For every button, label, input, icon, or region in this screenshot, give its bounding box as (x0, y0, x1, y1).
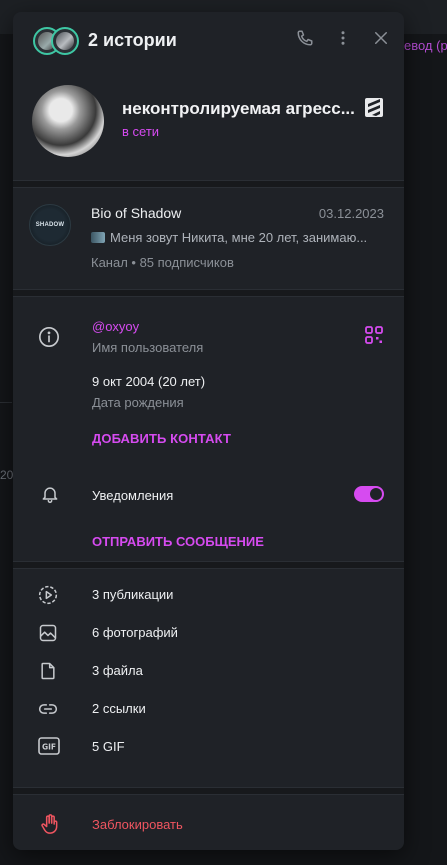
personal-channel[interactable]: SHADOW Bio of Shadow 03.12.2023 Меня зов… (13, 188, 404, 289)
stripe-logo-icon[interactable] (365, 98, 383, 117)
block-user-row[interactable]: Заблокировать (13, 795, 404, 850)
add-contact-button[interactable]: ДОБАВИТЬ КОНТАКТ (92, 431, 231, 446)
media-row-label: 6 фотографий (92, 625, 178, 640)
channel-meta: Канал • 85 подписчиков (91, 255, 234, 270)
profile-name: неконтролируемая агресс... (122, 99, 355, 118)
phone-icon[interactable] (296, 29, 314, 47)
link-icon (38, 699, 58, 724)
channel-title: Bio of Shadow (91, 205, 182, 221)
story-thumbnail (51, 26, 79, 55)
online-status: в сети (122, 124, 160, 139)
username-label: Имя пользователя (92, 340, 204, 355)
svg-text:GIF: GIF (42, 743, 56, 752)
media-row-files[interactable]: 3 файла (13, 651, 404, 689)
background-link: евод (р (404, 38, 447, 53)
user-info-section: @oxyoy Имя пользователя 9 окт 2004 (20 л… (13, 297, 404, 561)
background-number: 20 (0, 468, 14, 482)
block-user-button[interactable]: Заблокировать (92, 817, 183, 832)
profile-card: неконтролируемая агресс... в сети (13, 69, 404, 180)
info-icon (38, 326, 60, 353)
more-vertical-icon[interactable] (334, 29, 352, 47)
channel-date: 03.12.2023 (318, 206, 384, 221)
avatar[interactable] (32, 85, 104, 157)
stories-play-icon (38, 585, 58, 610)
media-row-links[interactable]: 2 ссылки (13, 689, 404, 727)
stories-preview[interactable] (33, 26, 79, 55)
send-message-button[interactable]: ОТПРАВИТЬ СООБЩЕНИЕ (92, 534, 264, 549)
message-thumbnail (91, 232, 105, 243)
media-row-label: 2 ссылки (92, 701, 146, 716)
bell-icon (40, 484, 60, 509)
notifications-label: Уведомления (92, 488, 174, 503)
section-divider (13, 561, 404, 569)
hand-stop-icon (40, 813, 60, 840)
header-actions (296, 29, 390, 47)
channel-avatar: SHADOW (29, 204, 71, 246)
media-row-label: 3 публикации (92, 587, 174, 602)
notifications-toggle[interactable] (354, 486, 384, 502)
channel-last-message: Меня зовут Никита, мне 20 лет, занимаю..… (91, 230, 387, 245)
channel-avatar-text: SHADOW (35, 222, 65, 228)
media-row-photos[interactable]: 6 фотографий (13, 613, 404, 651)
background-divider (0, 402, 12, 403)
file-icon (38, 661, 58, 686)
shared-media-list: 3 публикации 6 фотографий 3 файла 2 ссыл… (13, 569, 404, 787)
stories-title[interactable]: 2 истории (88, 30, 177, 51)
profile-header: 2 истории (13, 12, 404, 69)
media-row-posts[interactable]: 3 публикации (13, 575, 404, 613)
media-row-gifs[interactable]: GIF 5 GIF (13, 727, 404, 765)
section-divider (13, 289, 404, 297)
channel-message-text: Меня зовут Никита, мне 20 лет, занимаю..… (110, 230, 368, 245)
media-row-label: 5 GIF (92, 739, 125, 754)
photo-icon (38, 623, 58, 648)
birthday-label: Дата рождения (92, 395, 184, 410)
gif-icon: GIF (38, 737, 60, 760)
qr-code-icon[interactable] (365, 326, 383, 349)
birthday-value: 9 окт 2004 (20 лет) (92, 374, 206, 389)
section-divider (13, 787, 404, 795)
section-divider (13, 180, 404, 188)
user-profile-panel: 2 истории неконтролируемая агресс... в с… (13, 12, 404, 850)
media-row-label: 3 файла (92, 663, 143, 678)
toggle-knob (370, 488, 382, 500)
close-icon[interactable] (372, 29, 390, 47)
username-value[interactable]: @oxyoy (92, 319, 139, 334)
